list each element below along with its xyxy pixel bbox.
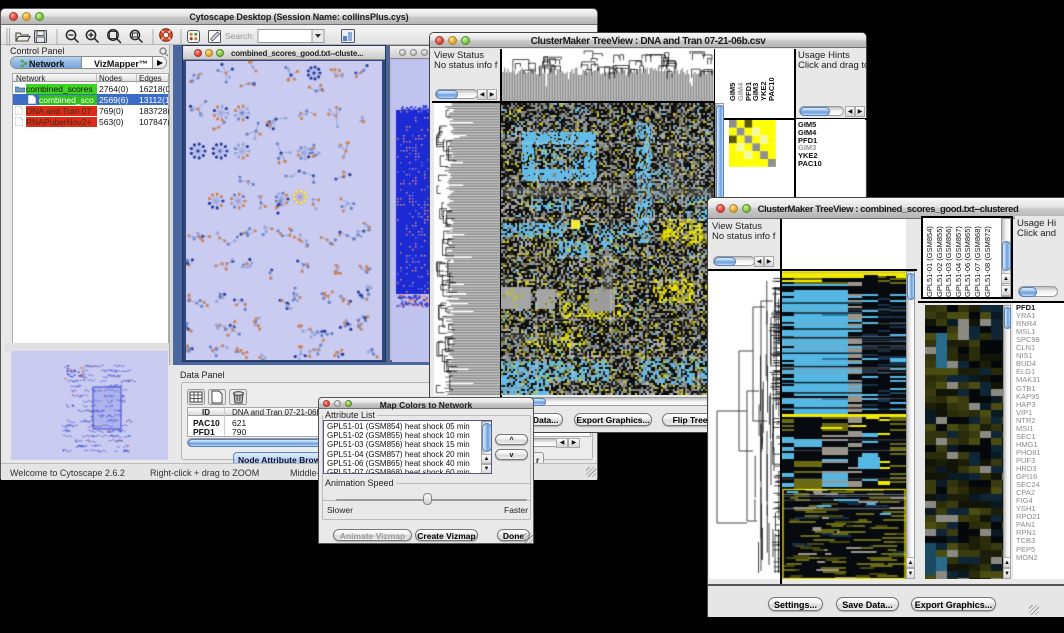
svg-text:Search:: Search: [225, 31, 254, 41]
